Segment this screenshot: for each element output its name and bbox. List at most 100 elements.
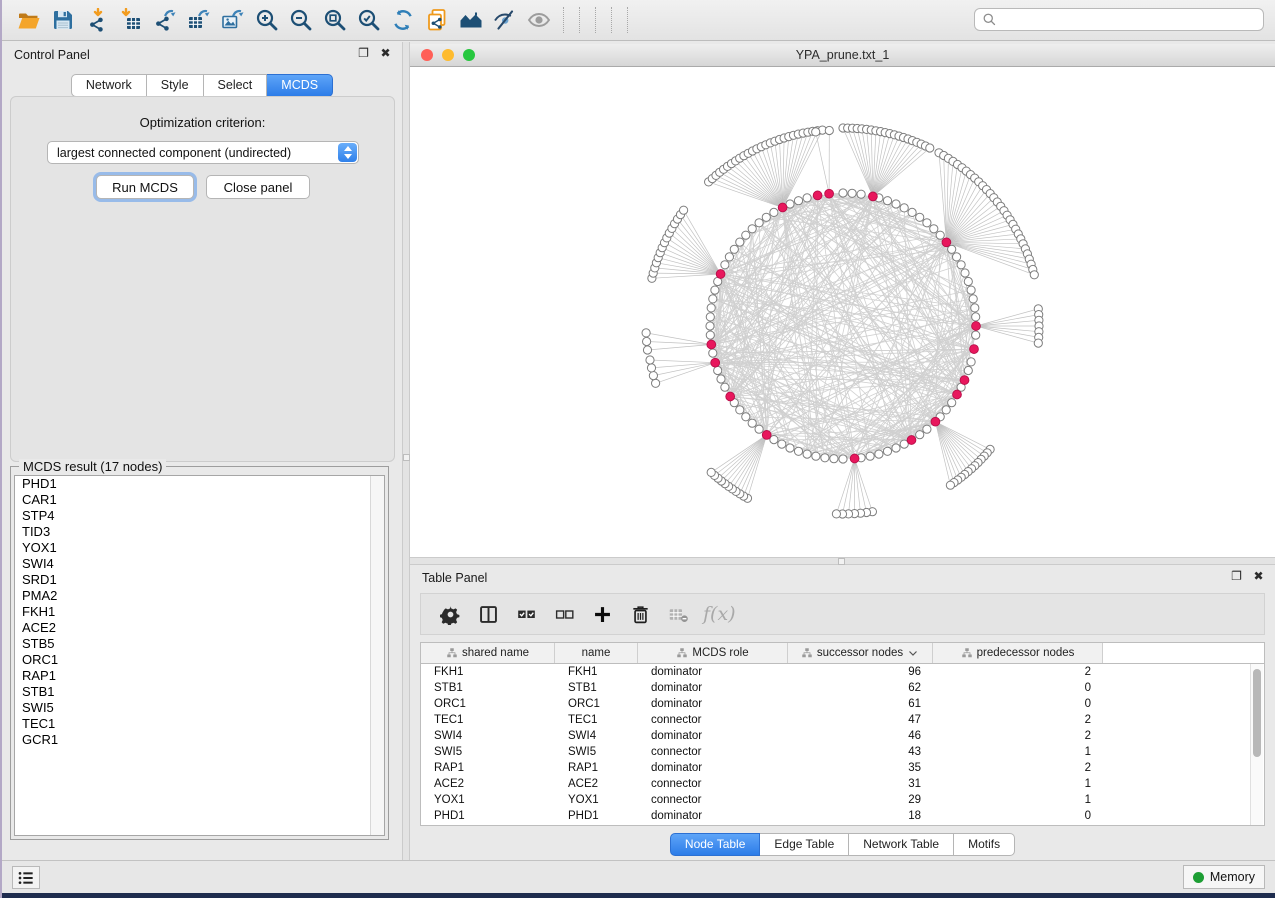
network-node[interactable]: [643, 346, 651, 354]
cell-mcds-role[interactable]: dominator: [638, 682, 788, 694]
cell-predecessor-nodes[interactable]: 2: [933, 714, 1103, 726]
network-node[interactable]: [926, 144, 934, 152]
network-node[interactable]: [971, 304, 979, 312]
network-node[interactable]: [762, 213, 770, 221]
mcds-list-scrollbar[interactable]: [370, 476, 384, 835]
network-node[interactable]: [794, 197, 802, 205]
network-node[interactable]: [647, 364, 655, 372]
column-header-mcds-role[interactable]: MCDS role: [638, 643, 788, 663]
cell-shared-name[interactable]: SWI4: [421, 730, 555, 742]
cell-predecessor-nodes[interactable]: 1: [933, 794, 1103, 806]
mcds-result-item[interactable]: STB1: [15, 684, 384, 700]
cell-predecessor-nodes[interactable]: 2: [933, 666, 1103, 678]
mcds-node[interactable]: [813, 191, 822, 200]
mcds-result-item[interactable]: PHD1: [15, 476, 384, 492]
network-node[interactable]: [923, 219, 931, 227]
network-node[interactable]: [706, 322, 714, 330]
search-input[interactable]: [997, 12, 1263, 28]
network-node[interactable]: [839, 189, 847, 197]
select-all-button[interactable]: [507, 598, 545, 630]
cell-successor-nodes[interactable]: 46: [788, 730, 933, 742]
hide-selected-button[interactable]: [488, 4, 522, 36]
tab-edge-table[interactable]: Edge Table: [760, 833, 849, 856]
cell-shared-name[interactable]: YOX1: [421, 794, 555, 806]
zoom-fit-button[interactable]: [318, 4, 352, 36]
mcds-result-item[interactable]: STB5: [15, 636, 384, 652]
table-row[interactable]: FKH1FKH1dominator962: [421, 664, 1264, 680]
mcds-result-item[interactable]: YOX1: [15, 540, 384, 556]
table-settings-button[interactable]: [431, 598, 469, 630]
tab-mcds[interactable]: MCDS: [267, 74, 333, 97]
mcds-result-list[interactable]: PHD1CAR1STP4TID3YOX1SWI4SRD1PMA2FKH1ACE2…: [14, 475, 385, 836]
network-node[interactable]: [680, 206, 688, 214]
table-row[interactable]: STB1STB1dominator620: [421, 680, 1264, 696]
mcds-result-item[interactable]: PMA2: [15, 588, 384, 604]
column-header-shared-name[interactable]: shared name: [421, 643, 555, 663]
network-node[interactable]: [812, 128, 820, 136]
network-node[interactable]: [969, 295, 977, 303]
cell-mcds-role[interactable]: dominator: [638, 730, 788, 742]
cell-name[interactable]: SWI5: [555, 746, 638, 758]
add-column-button[interactable]: [583, 598, 621, 630]
open-session-button[interactable]: [12, 4, 46, 36]
network-node[interactable]: [967, 286, 975, 294]
cell-name[interactable]: FKH1: [555, 666, 638, 678]
mcds-node[interactable]: [707, 340, 716, 349]
network-canvas[interactable]: [410, 67, 1275, 557]
cell-successor-nodes[interactable]: 35: [788, 762, 933, 774]
network-node[interactable]: [794, 447, 802, 455]
cell-successor-nodes[interactable]: 61: [788, 698, 933, 710]
mcds-node[interactable]: [960, 376, 969, 385]
mcds-result-item[interactable]: FKH1: [15, 604, 384, 620]
network-node[interactable]: [967, 358, 975, 366]
cell-name[interactable]: PHD1: [555, 810, 638, 822]
cell-name[interactable]: ACE2: [555, 778, 638, 790]
network-node[interactable]: [892, 444, 900, 452]
network-node[interactable]: [832, 510, 840, 518]
network-node[interactable]: [755, 425, 763, 433]
clone-network-button[interactable]: [420, 4, 454, 36]
save-session-button[interactable]: [46, 4, 80, 36]
cell-shared-name[interactable]: PHD1: [421, 810, 555, 822]
mcds-node[interactable]: [931, 417, 940, 426]
table-row[interactable]: SWI5SWI5connector431: [421, 744, 1264, 760]
cell-mcds-role[interactable]: dominator: [638, 698, 788, 710]
tab-node-table[interactable]: Node Table: [670, 833, 761, 856]
cell-successor-nodes[interactable]: 29: [788, 794, 933, 806]
table-row[interactable]: ORC1ORC1dominator610: [421, 696, 1264, 712]
cell-shared-name[interactable]: SWI5: [421, 746, 555, 758]
mcds-node[interactable]: [726, 392, 735, 401]
delete-column-button[interactable]: [621, 598, 659, 630]
destroy-table-button[interactable]: [659, 598, 697, 630]
mcds-node[interactable]: [711, 358, 720, 367]
scrollbar-thumb[interactable]: [1253, 669, 1261, 757]
table-row[interactable]: PHD1PHD1dominator180: [421, 808, 1264, 824]
network-node[interactable]: [803, 194, 811, 202]
mcds-result-item[interactable]: ACE2: [15, 620, 384, 636]
network-node[interactable]: [755, 219, 763, 227]
network-node[interactable]: [803, 450, 811, 458]
network-node[interactable]: [1030, 271, 1038, 279]
cell-shared-name[interactable]: ORC1: [421, 698, 555, 710]
network-node[interactable]: [736, 406, 744, 414]
cell-mcds-role[interactable]: dominator: [638, 762, 788, 774]
cell-mcds-role[interactable]: connector: [638, 794, 788, 806]
cell-predecessor-nodes[interactable]: 2: [933, 730, 1103, 742]
mcds-node[interactable]: [778, 203, 787, 212]
cell-mcds-role[interactable]: connector: [638, 746, 788, 758]
cell-mcds-role[interactable]: dominator: [638, 810, 788, 822]
divider-grip[interactable]: [838, 558, 845, 565]
network-node[interactable]: [948, 399, 956, 407]
network-node[interactable]: [957, 261, 965, 269]
network-node[interactable]: [706, 313, 714, 321]
network-node[interactable]: [721, 383, 729, 391]
network-node[interactable]: [972, 331, 980, 339]
float-panel-icon[interactable]: ❐: [357, 47, 370, 60]
mcds-node[interactable]: [970, 345, 979, 354]
network-node[interactable]: [964, 277, 972, 285]
network-node[interactable]: [778, 440, 786, 448]
mcds-result-item[interactable]: SWI4: [15, 556, 384, 572]
cell-shared-name[interactable]: ACE2: [421, 778, 555, 790]
mcds-node[interactable]: [907, 436, 916, 445]
network-node[interactable]: [649, 372, 657, 380]
